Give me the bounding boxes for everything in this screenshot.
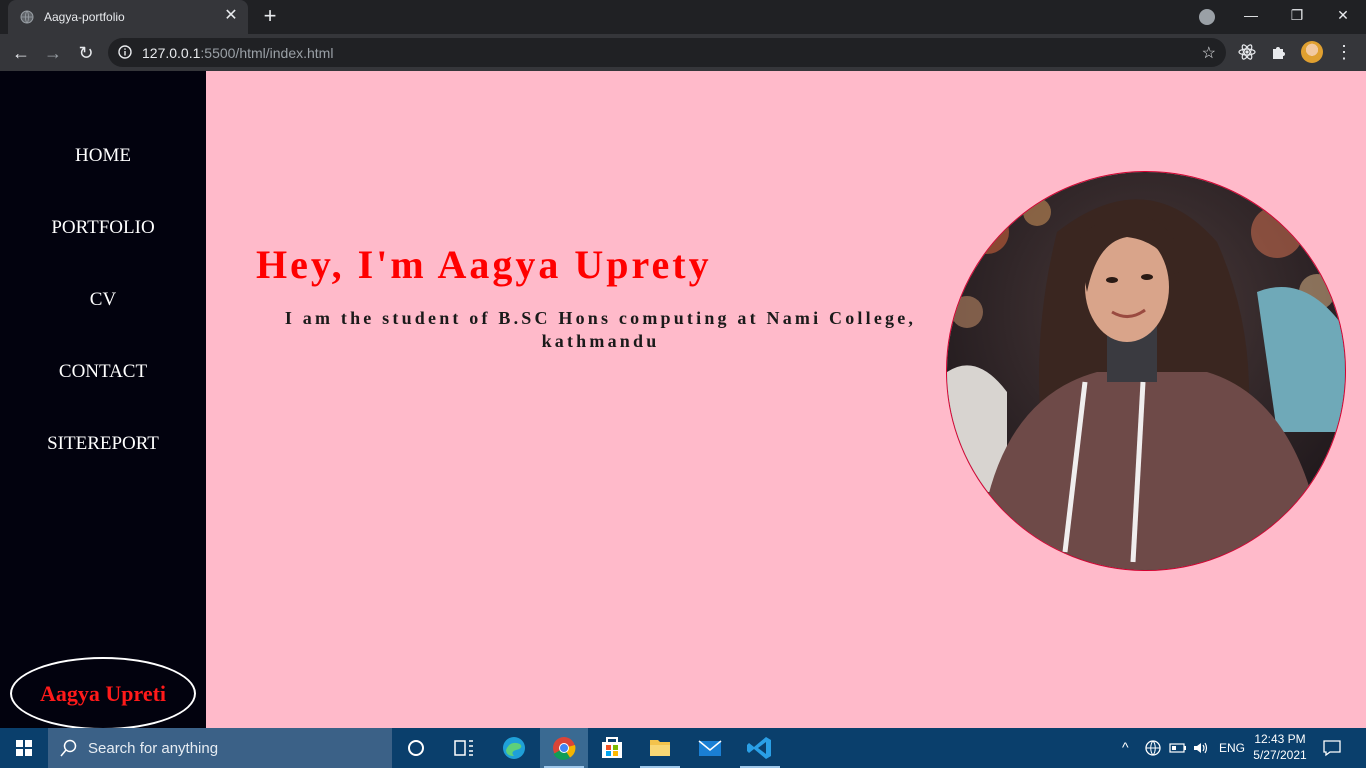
tray-overflow-icon[interactable]: ^: [1122, 739, 1129, 755]
battery-icon[interactable]: [1168, 740, 1188, 756]
clock-time: 12:43 PM: [1254, 732, 1306, 746]
name-badge: Aagya Upreti: [10, 657, 196, 730]
close-window-button[interactable]: ✕: [1320, 0, 1366, 32]
address-bar[interactable]: 127.0.0.1:5500/html/index.html ☆: [108, 38, 1226, 67]
folder-icon: [650, 740, 670, 756]
clock-date: 5/27/2021: [1253, 748, 1307, 762]
forward-button[interactable]: →: [40, 40, 66, 66]
language-indicator[interactable]: ENG: [1219, 741, 1245, 755]
store-icon[interactable]: [588, 728, 636, 768]
tab-title: Aagya-portfolio: [44, 10, 125, 24]
chrome-taskbar-button[interactable]: [540, 728, 588, 768]
volume-icon[interactable]: [1192, 740, 1210, 756]
react-devtools-icon[interactable]: [1237, 42, 1257, 62]
taskbar-search-placeholder: Search for anything: [88, 740, 219, 757]
browser-tab[interactable]: Aagya-portfolio ✕: [8, 0, 248, 34]
hero-subtitle: I am the student of B.SC Hons computing …: [284, 308, 917, 351]
bookmark-star-icon[interactable]: ☆: [1202, 43, 1216, 63]
chrome-icon: [553, 737, 576, 760]
browser-toolbar: ← → ↻ 127.0.0.1:5500/html/index.html ☆ ⋮: [0, 34, 1366, 71]
windows-start-icon[interactable]: [0, 728, 48, 768]
cortana-icon[interactable]: [392, 728, 440, 768]
new-tab-button[interactable]: +: [258, 5, 282, 29]
profile-photo: [946, 171, 1346, 571]
page-content: HOME PORTFOLIO CV CONTACT SITEREPORT Aag…: [0, 71, 1366, 730]
nav-item-cv[interactable]: CV: [0, 289, 206, 311]
nav-item-home[interactable]: HOME: [0, 145, 206, 167]
extensions-puzzle-icon[interactable]: [1269, 42, 1289, 62]
restore-button[interactable]: ❐: [1274, 0, 1320, 32]
network-globe-icon[interactable]: [1144, 739, 1162, 757]
taskbar-search[interactable]: Search for anything: [48, 728, 392, 768]
browser-tab-strip: Aagya-portfolio ✕ + — ❐ ✕: [0, 0, 1366, 34]
system-clock[interactable]: 12:43 PM 5/27/2021: [1250, 731, 1310, 763]
minimize-button[interactable]: —: [1228, 0, 1274, 32]
search-icon: [60, 739, 77, 757]
profile-avatar[interactable]: [1301, 41, 1323, 63]
file-explorer-button[interactable]: [636, 728, 684, 768]
info-icon[interactable]: [118, 45, 132, 59]
nav-item-contact[interactable]: CONTACT: [0, 361, 206, 383]
mail-icon[interactable]: [686, 728, 734, 768]
back-button[interactable]: ←: [8, 40, 34, 66]
taskbar: Search for anything ^ ENG 12:43 PM 5/27/…: [0, 728, 1366, 768]
tab-close-icon[interactable]: ✕: [222, 7, 240, 25]
sidebar: HOME PORTFOLIO CV CONTACT SITEREPORT Aag…: [0, 71, 206, 730]
globe-icon: [20, 10, 34, 24]
reload-button[interactable]: ↻: [73, 40, 99, 66]
edge-icon[interactable]: [490, 728, 538, 768]
nav-item-sitereport[interactable]: SITEREPORT: [0, 433, 206, 455]
notifications-icon[interactable]: [1322, 738, 1342, 758]
nav-item-portfolio[interactable]: PORTFOLIO: [0, 217, 206, 239]
tab-search-icon[interactable]: [1199, 9, 1215, 25]
portrait-illustration: [947, 172, 1345, 570]
vscode-button[interactable]: [736, 728, 784, 768]
url-text: 127.0.0.1:5500/html/index.html: [142, 45, 334, 61]
vscode-icon: [747, 737, 771, 759]
hero-title: Hey, I'm Aagya Uprety: [256, 242, 712, 287]
menu-kebab-icon[interactable]: ⋮: [1335, 40, 1353, 64]
name-badge-label: Aagya Upreti: [39, 681, 167, 706]
task-view-icon[interactable]: [440, 728, 488, 768]
